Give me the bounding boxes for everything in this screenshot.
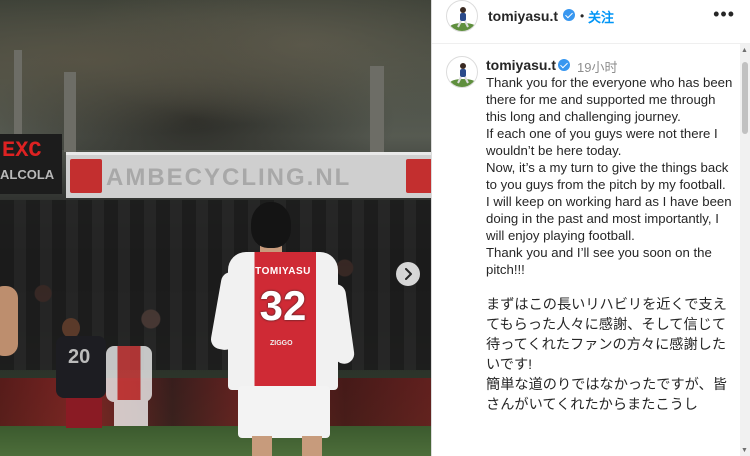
verified-badge-icon — [563, 9, 575, 21]
caption-line: Thank you and I’ll see you soon on the p… — [486, 245, 712, 277]
player-shirt — [106, 346, 152, 402]
player-shorts — [114, 400, 148, 426]
avatar-image — [450, 63, 476, 87]
shirt-name: TOMIYASU — [255, 266, 311, 277]
caption-line: I will keep on working hard as I have be… — [486, 194, 732, 243]
caption-line: Now, it’s a my turn to give the things b… — [486, 160, 729, 192]
player-ajax-kit — [106, 338, 166, 456]
banner-logo — [406, 159, 431, 193]
shirt-sponsor: ZIGGO — [270, 340, 293, 347]
player-arm — [0, 286, 18, 356]
caption-comment: tomiyasu.t 19小时 Thank you for the everyo… — [432, 44, 741, 456]
player-leg — [302, 436, 322, 456]
avatar[interactable] — [446, 0, 478, 32]
verified-badge-icon — [558, 59, 570, 71]
caption-line: Thank you for the everyone who has been … — [486, 75, 733, 124]
post-image[interactable]: EXC ALCOLA AMBECYCLING.NL 20 TOMIYASU 32… — [0, 0, 431, 456]
header-username[interactable]: tomiyasu.t — [488, 8, 558, 24]
comment-username[interactable]: tomiyasu.t — [486, 57, 556, 73]
follow-button[interactable]: 关注 — [588, 7, 614, 26]
post-header: tomiyasu.t • 关注 ••• — [432, 0, 750, 44]
next-image-button[interactable] — [396, 262, 420, 286]
avatar-image — [450, 7, 476, 31]
player-head — [62, 318, 80, 338]
chevron-right-icon — [405, 268, 412, 280]
caption-line: If each one of you guys were not there I… — [486, 126, 718, 158]
scoreboard: EXC ALCOLA — [0, 134, 62, 194]
scoreboard-subtext: ALCOLA — [0, 167, 55, 182]
player-leg — [252, 436, 272, 456]
floodlight-pole — [370, 66, 384, 152]
floodlight-pole — [14, 50, 22, 140]
player-shorts — [238, 386, 330, 438]
caption-line: 簡単な道のりではなかったですが、皆さんがいてくれたからまたこうし — [486, 377, 727, 413]
player-tomiyasu: TOMIYASU 32 ZIGGO — [209, 200, 358, 456]
avatar[interactable] — [446, 56, 478, 88]
caption-line: まずはこの長いリハビリを近くで支えてもらった人々に感謝、そして信じて待ってくれた… — [486, 297, 727, 373]
separator-dot: • — [580, 9, 585, 23]
scroll-down-icon[interactable]: ▼ — [741, 447, 748, 454]
player-shorts — [66, 398, 102, 428]
more-options-icon[interactable]: ••• — [713, 4, 735, 25]
caption-text: Thank you for the everyone who has been … — [486, 74, 736, 415]
banner-logo — [70, 159, 102, 193]
banner-text: AMBECYCLING.NL — [106, 164, 352, 191]
scroll-up-icon[interactable]: ▲ — [741, 47, 748, 54]
shirt-number: 32 — [259, 282, 307, 329]
comments-scrollbar[interactable]: ▲ ▼ — [740, 44, 750, 456]
player-number: 20 — [68, 346, 91, 368]
advertising-banner: AMBECYCLING.NL — [66, 152, 431, 198]
scrollbar-thumb[interactable] — [742, 62, 748, 134]
floodlight-pole — [64, 72, 76, 152]
post-side-panel: tomiyasu.t • 关注 ••• tomiyasu.t 19小时 Than… — [431, 0, 750, 456]
player-head — [251, 202, 291, 248]
scoreboard-text: EXC — [2, 138, 42, 163]
